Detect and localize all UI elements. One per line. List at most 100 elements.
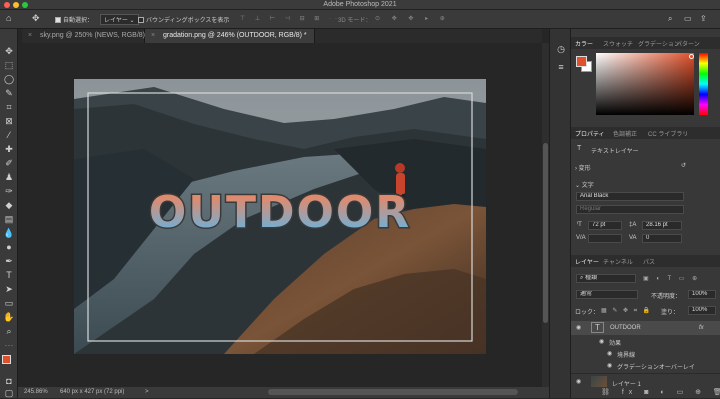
zoom-level[interactable]: 245.86% [24, 389, 48, 395]
reset-icon[interactable]: ↺ [681, 162, 686, 169]
mode-3d-icons[interactable]: ⊙ ✥ ✥ ▸ ⊕ [375, 15, 450, 22]
outdoor-text: OUTDOOR [149, 187, 411, 238]
leading-icon: ‡A [629, 222, 637, 228]
workspace-icon[interactable]: ▭ [684, 14, 692, 23]
tab-channels[interactable]: チャンネル [603, 257, 633, 266]
move-tool-icon[interactable]: ✥ [3, 45, 15, 57]
character-section[interactable]: ⌄ 文字 [575, 180, 594, 189]
auto-select-label: 自動選択： [63, 18, 94, 24]
effects-label: 効果 [609, 341, 622, 347]
layer-row-layer1[interactable]: ◉ レイヤー 1 [571, 373, 720, 389]
layer-row-outdoor[interactable]: ◉ T OUTDOOR fx [571, 321, 720, 335]
search-icon[interactable]: ⌕ [668, 14, 672, 24]
visibility-eye-icon[interactable]: ◉ [576, 378, 581, 385]
right-panels: カラー スウォッチ グラデーション パターン プロパティ 色調補正 CC ライブ… [571, 29, 720, 398]
lock-icons[interactable]: ▦ ✎ ✥ ⌗ 🔒 [601, 307, 652, 315]
tab-sky[interactable]: × sky.png @ 250% (NEWS, RGB/8) * [22, 29, 150, 43]
bbox-label: バウンディングボックスを表示 [146, 18, 230, 24]
kerning-field[interactable] [588, 234, 622, 243]
horizontal-scrollbar[interactable] [268, 389, 518, 395]
crop-tool-icon[interactable]: ⌗ [3, 101, 15, 113]
brush-tool-icon[interactable]: ✐ [3, 157, 15, 169]
gradient-tool-icon[interactable]: ▤ [3, 213, 15, 225]
stamp-tool-icon[interactable]: ♟ [3, 171, 15, 183]
panel-icon-strip: ◷ ≡ [549, 29, 571, 398]
visibility-eye-icon[interactable]: ◉ [576, 324, 581, 331]
share-icon[interactable]: ⇪ [700, 14, 707, 23]
vertical-scrollbar[interactable] [542, 43, 549, 387]
eraser-tool-icon[interactable]: ◆ [3, 199, 15, 211]
visibility-eye-icon[interactable]: ◉ [599, 338, 604, 345]
tab-color[interactable]: カラー [575, 39, 593, 48]
leading-field[interactable]: 28.16 pt [642, 221, 682, 230]
foreground-color-swatch[interactable] [2, 355, 11, 364]
blur-tool-icon[interactable]: 💧 [3, 227, 15, 239]
tab-cc-libraries[interactable]: CC ライブラリ [648, 129, 688, 138]
layer-name: レイヤー 1 [612, 382, 641, 388]
hue-slider[interactable] [699, 53, 708, 115]
pen-tool-icon[interactable]: ✒ [3, 255, 15, 267]
visibility-eye-icon[interactable]: ◉ [607, 362, 612, 369]
tab-layers[interactable]: レイヤー [575, 257, 599, 266]
document-canvas[interactable]: OUTDOOR [74, 79, 486, 354]
color-picker-handle[interactable] [689, 54, 694, 59]
tab-gradation[interactable]: × gradation.png @ 246% (OUTDOOR, RGB/8) … [145, 29, 315, 43]
close-tab-icon[interactable]: × [151, 29, 155, 43]
dodge-tool-icon[interactable]: ● [3, 241, 15, 253]
tools-panel: ✥ ⬚ ◯ ✎ ⌗ ⊠ ⁄ ✚ ✐ ♟ ✑ ◆ ▤ 💧 ● ✒ T ➤ ▭ ✋ … [0, 29, 18, 398]
title-bar: Adobe Photoshop 2021 [0, 0, 720, 10]
bbox-checkbox[interactable]: バウンディングボックスを表示 [138, 15, 229, 24]
close-tab-icon[interactable]: × [28, 29, 32, 43]
color-field[interactable] [596, 53, 694, 115]
marquee-tool-icon[interactable]: ⬚ [3, 59, 15, 71]
text-layer-icon: T [577, 145, 582, 152]
history-brush-tool-icon[interactable]: ✑ [3, 185, 15, 197]
move-tool-icon[interactable]: ✥ [32, 13, 40, 24]
layer-effect-gradient-overlay[interactable]: ◉ グラデーションオーバーレイ [571, 359, 720, 372]
tab-gradients[interactable]: グラデーション [638, 39, 680, 48]
screen-mode-icon[interactable]: ▢ [3, 387, 15, 399]
fx-badge[interactable]: fx [699, 325, 704, 331]
tab-adjustments[interactable]: 色調補正 [613, 129, 637, 138]
font-size-field[interactable]: 72 pt [588, 221, 622, 230]
blend-mode-select[interactable]: 通常 [576, 290, 638, 299]
mode-3d-label: 3D モード： [338, 18, 372, 24]
adjust-panel-icon[interactable]: ≡ [555, 61, 567, 73]
history-panel-icon[interactable]: ◷ [555, 43, 567, 55]
layer-name: OUTDOOR [610, 325, 641, 331]
auto-select-dropdown[interactable]: レイヤー ⌄ [100, 14, 139, 25]
tab-swatches[interactable]: スウォッチ [603, 39, 633, 48]
type-tool-icon[interactable]: T [3, 269, 15, 281]
healing-tool-icon[interactable]: ✚ [3, 143, 15, 155]
zoom-tool-icon[interactable]: ⌕ [3, 325, 15, 337]
tab-patterns[interactable]: パターン [676, 39, 700, 48]
quick-mask-icon[interactable]: ◘ [3, 375, 15, 387]
window-title: Adobe Photoshop 2021 [323, 1, 397, 8]
lasso-tool-icon[interactable]: ◯ [3, 73, 15, 85]
font-family-select[interactable]: Arial Black [576, 192, 684, 201]
visibility-eye-icon[interactable]: ◉ [607, 350, 612, 357]
status-menu-arrow[interactable]: > [145, 389, 149, 395]
hand-tool-icon[interactable]: ✋ [3, 311, 15, 323]
auto-select-checkbox[interactable]: 自動選択： [55, 15, 93, 24]
home-icon[interactable]: ⌂ [6, 13, 11, 23]
tab-properties[interactable]: プロパティ [575, 129, 605, 138]
fill-field[interactable]: 100% [688, 306, 716, 315]
layer-filter-select[interactable]: ⌕ 種類 [576, 274, 636, 283]
tab-paths[interactable]: パス [643, 257, 655, 266]
fg-color-swatch[interactable] [576, 56, 587, 67]
opacity-field[interactable]: 100% [688, 290, 716, 299]
shape-tool-icon[interactable]: ▭ [3, 297, 15, 309]
layer-actions-bar[interactable]: ⛓ fx ◙ ◐ ▭ ⊕ 🗑 [601, 388, 720, 396]
tracking-field[interactable]: 0 [642, 234, 682, 243]
transform-section[interactable]: › 変形 [575, 163, 591, 172]
frame-tool-icon[interactable]: ⊠ [3, 115, 15, 127]
quick-select-tool-icon[interactable]: ✎ [3, 87, 15, 99]
path-select-tool-icon[interactable]: ➤ [3, 283, 15, 295]
align-icons[interactable]: ⊤ ⊥ ⊢ ⊣ ⊟ ⊞ ··· [240, 15, 347, 22]
eyedropper-tool-icon[interactable]: ⁄ [3, 129, 15, 141]
layer-filter-icons[interactable]: ▣ ◐ T ▭ ⊕ [643, 275, 700, 282]
font-style-select[interactable]: Regular [576, 205, 684, 214]
font-size-icon: ꞋT [577, 222, 582, 228]
more-tools-icon[interactable]: ··· [3, 339, 15, 351]
